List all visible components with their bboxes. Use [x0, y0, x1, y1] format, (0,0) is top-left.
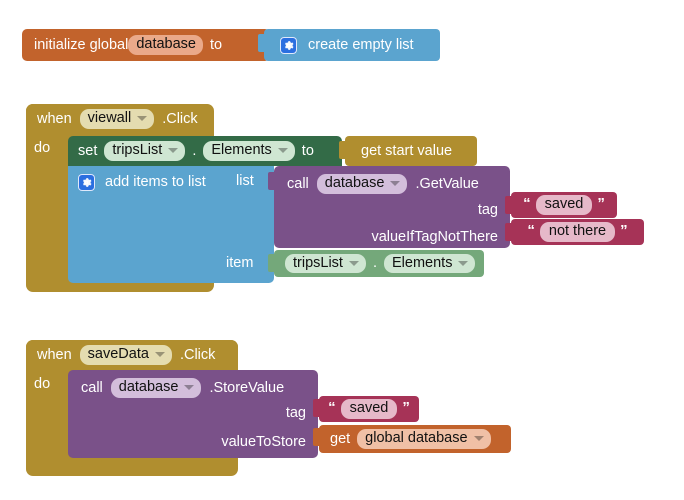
- call-method-name: .GetValue: [415, 175, 479, 192]
- getter-component-dropdown-tripslist[interactable]: tripsList: [285, 253, 366, 274]
- initialize-global-keyword: initialize global: [34, 36, 129, 53]
- getvalue-tag-arg-label: tag: [478, 203, 498, 218]
- call-component-name: database: [118, 379, 179, 395]
- open-quote-glyph: “: [523, 194, 531, 212]
- chevron-down-icon[interactable]: [137, 116, 148, 121]
- tag-arg-name: tag: [477, 202, 498, 218]
- tag-arg-name: tag: [285, 405, 306, 421]
- gear-icon[interactable]: [280, 36, 297, 54]
- when-label: when: [37, 110, 72, 127]
- storevalue-valuetostore-arg-label: valueToStore: [221, 435, 306, 450]
- setter-property-name: Elements: [211, 142, 272, 159]
- event-name-label: .Click: [179, 346, 216, 363]
- set-block-bottom-notch: [76, 166, 98, 171]
- statement-notch: [76, 283, 102, 292]
- chevron-down-icon[interactable]: [154, 352, 165, 357]
- getter-component-name: tripsList: [293, 254, 343, 271]
- global-variable-name-field[interactable]: database: [128, 35, 203, 55]
- list-label: list: [236, 173, 254, 189]
- call-database-getvalue-block[interactable]: call database .GetValue tag valueIfTagNo…: [274, 166, 510, 248]
- chevron-down-icon[interactable]: [348, 260, 359, 266]
- call-label: call: [81, 379, 103, 396]
- global-variable-name-text: database: [136, 36, 196, 53]
- event-component-dropdown-savedata[interactable]: saveData: [79, 345, 172, 365]
- call-getvalue-header: call database .GetValue: [287, 174, 479, 194]
- chevron-down-icon[interactable]: [473, 436, 484, 441]
- initialize-global-block[interactable]: initialize global database to: [22, 29, 270, 61]
- get-label: get: [330, 430, 351, 447]
- open-quote-glyph: “: [527, 221, 535, 239]
- text-string-block-saved-storevalue[interactable]: “ saved ”: [319, 396, 419, 422]
- global-variable-name: global database: [365, 430, 468, 447]
- create-empty-list-block[interactable]: create empty list: [264, 29, 440, 61]
- close-quote-glyph: ”: [620, 221, 628, 239]
- get-start-value-block[interactable]: get start value: [345, 136, 477, 166]
- event-viewall-click-header[interactable]: when viewall .Click: [26, 104, 213, 134]
- close-quote-glyph: ”: [402, 398, 410, 416]
- valueiftagnotthere-arg-name: valueIfTagNotThere: [371, 229, 498, 245]
- create-empty-list-label: create empty list: [308, 36, 414, 53]
- text-string-block-saved-getvalue[interactable]: “ saved ”: [511, 192, 617, 218]
- event-component-dropdown-viewall[interactable]: viewall: [79, 109, 155, 129]
- gear-icon[interactable]: [78, 174, 95, 191]
- getvalue-valueiftagnotthere-arg-label: valueIfTagNotThere: [371, 230, 498, 245]
- text-string-block-not-there[interactable]: “ not there ”: [511, 219, 644, 245]
- when-label: when: [37, 346, 72, 363]
- chevron-down-icon[interactable]: [390, 180, 401, 186]
- do-label: do: [34, 140, 51, 156]
- chevron-down-icon[interactable]: [277, 148, 288, 153]
- call-component-dropdown-database[interactable]: database: [316, 174, 408, 194]
- chevron-down-icon[interactable]: [184, 384, 195, 390]
- call-storevalue-header: call database .StoreValue: [81, 378, 284, 398]
- getter-property-dropdown-elements[interactable]: Elements: [384, 253, 476, 274]
- getter-property-name: Elements: [392, 254, 453, 271]
- item-label: item: [226, 255, 254, 271]
- event-savedata-click-header[interactable]: when saveData .Click: [26, 340, 238, 370]
- event-component-name: viewall: [87, 110, 132, 127]
- chevron-down-icon[interactable]: [458, 260, 469, 266]
- valuetostore-arg-name: valueToStore: [221, 434, 306, 450]
- call-database-storevalue-block[interactable]: call database .StoreValue tag valueToSto…: [68, 370, 318, 458]
- do-label-wrapper: do: [34, 141, 64, 159]
- add-items-to-list-label: add items to list: [105, 174, 206, 191]
- event-component-name: saveData: [87, 346, 149, 363]
- text-string-value-field[interactable]: not there: [539, 222, 616, 242]
- call-component-name: database: [324, 175, 385, 191]
- setter-to-label: to: [301, 142, 314, 159]
- setter-property-dropdown-elements[interactable]: Elements: [203, 141, 295, 161]
- text-string-value-field[interactable]: saved: [535, 195, 593, 215]
- text-string-value-field[interactable]: saved: [340, 399, 398, 419]
- global-variable-dropdown[interactable]: global database: [357, 429, 491, 449]
- call-method-name: .StoreValue: [209, 379, 285, 396]
- chevron-down-icon[interactable]: [168, 148, 179, 153]
- call-label: call: [287, 175, 309, 192]
- add-items-item-socket-label: item: [226, 256, 253, 271]
- setter-component-name: tripsList: [112, 142, 163, 159]
- statement-notch: [76, 458, 102, 467]
- setter-component-dropdown-tripslist[interactable]: tripsList: [104, 141, 186, 161]
- setter-dot-separator: .: [192, 142, 197, 159]
- call-component-dropdown-database[interactable]: database: [110, 378, 202, 398]
- getter-tripslist-elements-block[interactable]: tripsList . Elements: [274, 250, 484, 277]
- initialize-global-to-label: to: [209, 36, 223, 53]
- get-global-database-block[interactable]: get global database: [319, 425, 511, 453]
- storevalue-tag-arg-label: tag: [286, 406, 306, 421]
- event-name-label: .Click: [162, 110, 198, 127]
- open-quote-glyph: “: [328, 398, 336, 416]
- close-quote-glyph: ”: [597, 194, 605, 212]
- do-label: do: [34, 376, 51, 392]
- add-items-to-list-header: add items to list: [78, 174, 206, 191]
- set-label: set: [78, 142, 98, 159]
- do-label-wrapper-savedata: do: [34, 377, 64, 395]
- getter-dot-separator: .: [372, 255, 377, 272]
- get-start-value-label: get start value: [361, 142, 453, 159]
- set-tripslist-elements-block[interactable]: set tripsList . Elements to: [68, 136, 342, 166]
- add-items-list-socket-label: list: [236, 174, 254, 189]
